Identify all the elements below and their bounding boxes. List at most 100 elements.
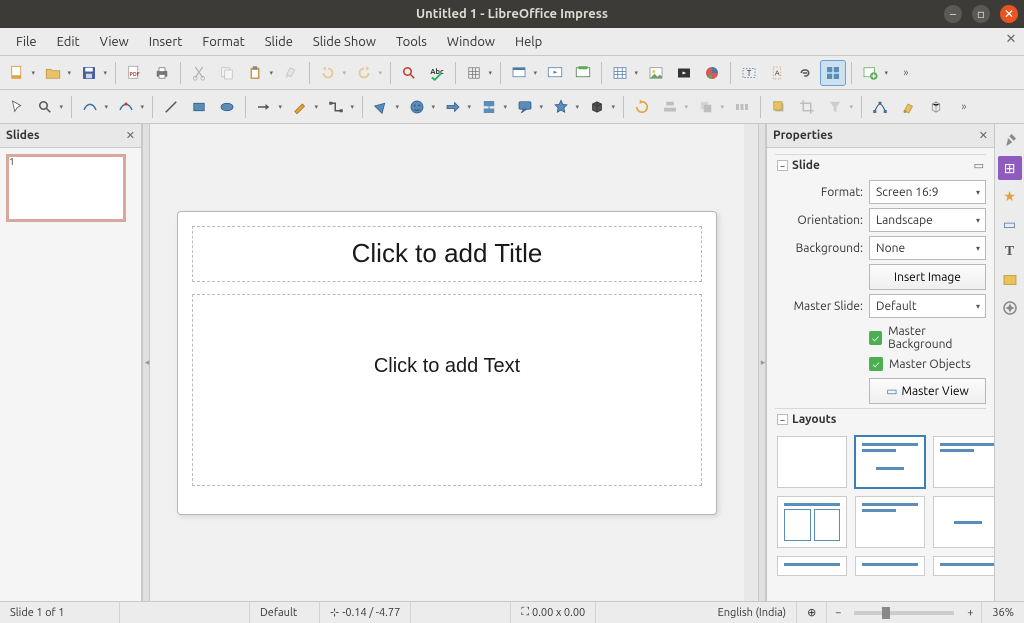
extrusion-button[interactable] bbox=[923, 94, 949, 120]
pointer-button[interactable] bbox=[4, 94, 30, 120]
sidebar-tab-styles[interactable]: T bbox=[998, 240, 1022, 264]
flowchart-button[interactable] bbox=[476, 94, 510, 120]
save-button[interactable] bbox=[76, 60, 110, 86]
layout-blank[interactable] bbox=[777, 436, 847, 488]
layout-centered-text[interactable] bbox=[933, 496, 994, 548]
3d-objects-button[interactable] bbox=[584, 94, 618, 120]
more-drawing-button[interactable]: » bbox=[951, 94, 977, 120]
print-button[interactable] bbox=[149, 60, 175, 86]
line-arrow-button[interactable] bbox=[251, 94, 285, 120]
sidebar-tab-properties[interactable] bbox=[998, 128, 1022, 152]
zoom-percentage[interactable]: 36% bbox=[981, 602, 1024, 623]
basic-shapes-button[interactable] bbox=[368, 94, 402, 120]
properties-close-button[interactable]: ✕ bbox=[979, 129, 988, 142]
minimize-button[interactable]: – bbox=[944, 5, 962, 23]
distribute-button[interactable] bbox=[729, 94, 755, 120]
connector-button[interactable] bbox=[323, 94, 357, 120]
layout-two-content[interactable] bbox=[777, 496, 847, 548]
paste-button[interactable] bbox=[242, 60, 276, 86]
content-placeholder[interactable]: Click to add Text bbox=[192, 294, 702, 486]
menu-view[interactable]: View bbox=[90, 31, 139, 53]
menu-insert[interactable]: Insert bbox=[139, 31, 193, 53]
more-options-icon[interactable]: ▭ bbox=[974, 159, 984, 172]
display-grid-button[interactable] bbox=[461, 60, 495, 86]
zoom-in-button[interactable]: + bbox=[963, 607, 977, 619]
collapse-icon[interactable]: − bbox=[777, 160, 788, 171]
rotate-button[interactable] bbox=[629, 94, 655, 120]
new-slide-button[interactable] bbox=[857, 60, 891, 86]
filter-button[interactable] bbox=[822, 94, 856, 120]
insert-image-button[interactable] bbox=[643, 60, 669, 86]
ellipse-button[interactable] bbox=[214, 94, 240, 120]
insert-hyperlink-button[interactable] bbox=[792, 60, 818, 86]
vertical-scrollbar[interactable] bbox=[744, 124, 758, 601]
left-splitter[interactable]: ◂ bbox=[142, 124, 150, 601]
block-arrows-button[interactable] bbox=[440, 94, 474, 120]
rectangle-button[interactable] bbox=[186, 94, 212, 120]
section-layouts-header[interactable]: − Layouts bbox=[775, 408, 986, 430]
format-dropdown[interactable]: Screen 16:9 bbox=[869, 180, 986, 204]
spellcheck-button[interactable]: Abc bbox=[424, 60, 450, 86]
toggle-views-button[interactable] bbox=[820, 60, 846, 86]
slide-thumbnail-1[interactable]: 1 bbox=[6, 154, 126, 222]
new-button[interactable] bbox=[4, 60, 38, 86]
insert-textbox-vertical-button[interactable]: A bbox=[764, 60, 790, 86]
master-slide-dropdown[interactable]: Default bbox=[869, 294, 986, 318]
stars-button[interactable] bbox=[548, 94, 582, 120]
start-current-slide-button[interactable] bbox=[570, 60, 596, 86]
section-slide-header[interactable]: − Slide ▭ bbox=[775, 154, 986, 176]
fit-page-button[interactable]: ⊕ bbox=[797, 602, 827, 623]
menu-tools[interactable]: Tools bbox=[386, 31, 437, 53]
collapse-icon[interactable]: − bbox=[777, 414, 788, 425]
status-language[interactable]: English (India) bbox=[708, 602, 798, 623]
slide-canvas[interactable]: Click to add Title Click to add Text bbox=[177, 211, 717, 515]
layout-8[interactable] bbox=[855, 556, 925, 576]
background-dropdown[interactable]: None bbox=[869, 236, 986, 260]
glue-points-button[interactable] bbox=[895, 94, 921, 120]
curve2-button[interactable] bbox=[113, 94, 147, 120]
curve-pencil-button[interactable] bbox=[287, 94, 321, 120]
sidebar-tab-navigator[interactable] bbox=[998, 296, 1022, 320]
right-splitter[interactable]: ▸ bbox=[758, 124, 766, 601]
sidebar-tab-gallery[interactable] bbox=[998, 268, 1022, 292]
orientation-dropdown[interactable]: Landscape bbox=[869, 208, 986, 232]
insert-textbox-button[interactable]: T bbox=[736, 60, 762, 86]
insert-media-button[interactable] bbox=[671, 60, 697, 86]
shadow-button[interactable] bbox=[766, 94, 792, 120]
sidebar-tab-slide-transition[interactable]: ⊞ bbox=[998, 156, 1022, 180]
export-pdf-button[interactable]: PDF bbox=[121, 60, 147, 86]
insert-image-button-panel[interactable]: Insert Image bbox=[869, 264, 986, 290]
layout-title-only[interactable] bbox=[933, 436, 994, 488]
display-views-button[interactable] bbox=[506, 60, 540, 86]
menu-help[interactable]: Help bbox=[505, 31, 552, 53]
menu-slideshow[interactable]: Slide Show bbox=[303, 31, 386, 53]
layout-title-content[interactable] bbox=[855, 436, 925, 488]
close-window-button[interactable]: ✕ bbox=[1000, 5, 1018, 23]
slide-panel-close-button[interactable]: ✕ bbox=[126, 129, 135, 142]
zoom-out-button[interactable]: − bbox=[831, 607, 845, 619]
clone-formatting-button[interactable] bbox=[278, 60, 304, 86]
menu-format[interactable]: Format bbox=[192, 31, 254, 53]
start-first-slide-button[interactable] bbox=[542, 60, 568, 86]
menu-window[interactable]: Window bbox=[437, 31, 505, 53]
zoom-slider[interactable] bbox=[854, 611, 954, 615]
callouts-button[interactable] bbox=[512, 94, 546, 120]
master-objects-checkbox[interactable]: ✓ Master Objects bbox=[869, 354, 986, 374]
redo-button[interactable] bbox=[351, 60, 385, 86]
symbol-shapes-button[interactable] bbox=[404, 94, 438, 120]
master-view-button[interactable]: ▭ Master View bbox=[869, 378, 986, 404]
edit-points-button[interactable] bbox=[867, 94, 893, 120]
open-button[interactable] bbox=[40, 60, 74, 86]
master-background-checkbox[interactable]: ✓ Master Background bbox=[869, 322, 986, 354]
copy-button[interactable] bbox=[214, 60, 240, 86]
crop-button[interactable] bbox=[794, 94, 820, 120]
curve1-button[interactable] bbox=[77, 94, 111, 120]
menu-file[interactable]: File bbox=[6, 31, 47, 53]
menu-edit[interactable]: Edit bbox=[47, 31, 90, 53]
line-button[interactable] bbox=[158, 94, 184, 120]
layout-title-centered[interactable] bbox=[855, 496, 925, 548]
cut-button[interactable] bbox=[186, 60, 212, 86]
maximize-button[interactable]: ▫ bbox=[972, 5, 990, 23]
layout-7[interactable] bbox=[777, 556, 847, 576]
menu-slide[interactable]: Slide bbox=[255, 31, 303, 53]
